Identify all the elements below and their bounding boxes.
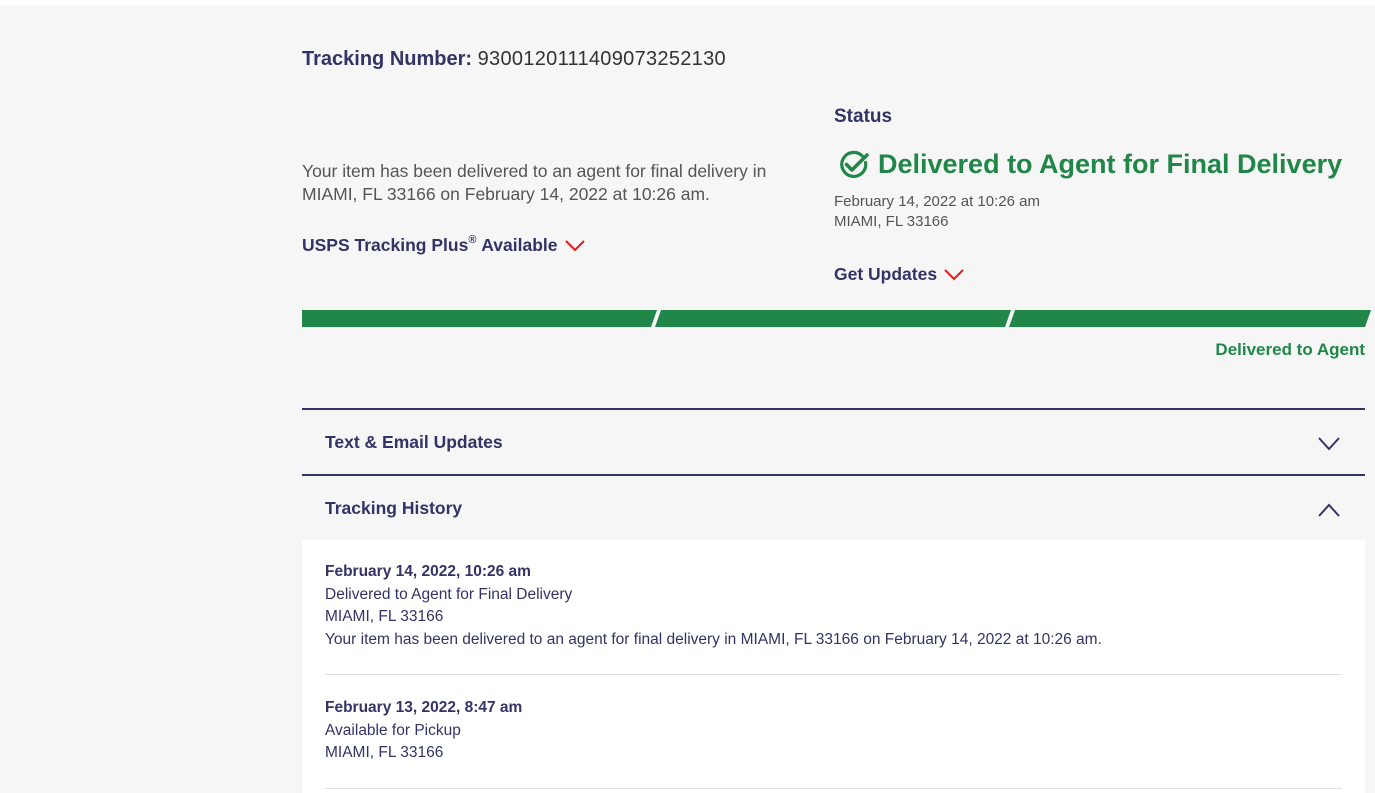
tracking-number: Tracking Number: 9300120111409073252130 [302,48,726,71]
registered-mark: ® [468,233,477,246]
history-event-date: February 14, 2022, 10:26 am [325,563,531,580]
accordion-divider [302,474,1365,476]
history-event-status: Available for Pickup [325,721,461,739]
tracking-plus-link[interactable]: USPS Tracking Plus ® Available [302,233,585,256]
tracking-number-label: Tracking Number: [302,48,473,70]
history-event-status: Delivered to Agent for Final Delivery [325,585,573,603]
history-event-location: MIAMI, FL 33166 [325,744,444,761]
status-detail: February 14, 2022 at 10:26 am MIAMI, FL … [834,192,1040,232]
status-date: February 14, 2022 at 10:26 am [834,193,1040,210]
accordion-text-email-updates[interactable]: Text & Email Updates [325,432,503,453]
progress-bar [302,310,1371,327]
chevron-down-icon[interactable] [1317,436,1341,452]
tracking-plus-label: USPS Tracking Plus [302,235,469,255]
history-event: February 14, 2022, 10:26 am Delivered to… [325,561,1342,651]
status-heading: Status [834,106,893,127]
progress-segment-1 [302,310,657,327]
chevron-up-icon[interactable] [1317,502,1341,518]
status-location: MIAMI, FL 33166 [834,213,949,230]
accordion-divider [302,408,1365,410]
history-event: February 13, 2022, 8:47 am Available for… [325,697,1342,765]
tracking-number-value: 9300120111409073252130 [477,48,726,70]
history-event-detail: Your item has been delivered to an agent… [325,630,1102,648]
history-event-location: MIAMI, FL 33166 [325,608,444,625]
history-divider [325,788,1342,789]
check-circle-icon [840,150,869,178]
status-main-text: Delivered to Agent for Final Delivery [878,149,1343,179]
chevron-down-icon [564,239,585,251]
status-main: Delivered to Agent for Final Delivery [838,149,1342,180]
delivery-summary: Your item has been delivered to an agent… [302,161,767,204]
tracking-history-panel: February 14, 2022, 10:26 am Delivered to… [302,540,1365,793]
get-updates-link[interactable]: Get Updates [834,264,964,285]
progress-segment-3 [1009,310,1371,327]
get-updates-label: Get Updates [834,264,938,284]
tracking-plus-suffix: Available [481,235,558,255]
accordion-tracking-history[interactable]: Tracking History [325,498,462,519]
history-divider [325,674,1342,675]
progress-segment-2 [655,310,1011,327]
history-event-date: February 13, 2022, 8:47 am [325,699,523,716]
progress-label: Delivered to Agent [1215,340,1365,359]
chevron-down-icon [944,268,964,280]
